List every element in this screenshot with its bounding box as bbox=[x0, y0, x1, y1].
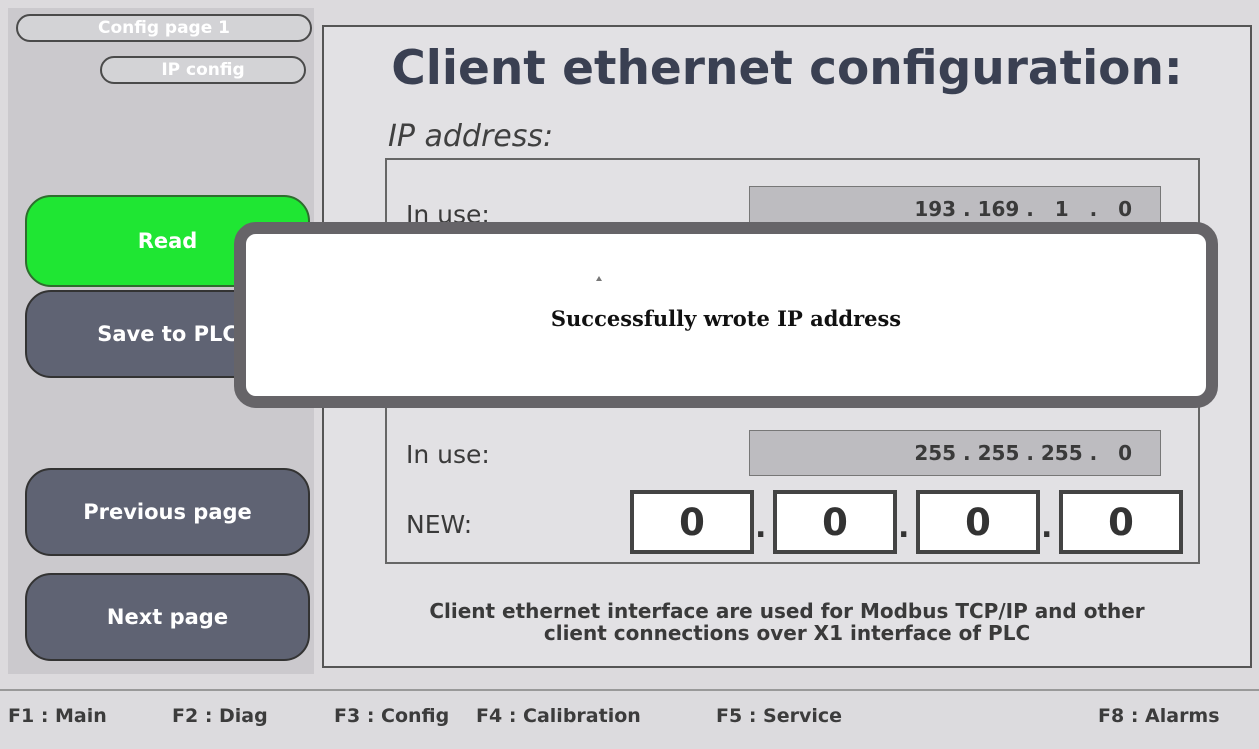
previous-button-label: Previous page bbox=[83, 500, 252, 524]
f5-service-key[interactable]: F5 : Service bbox=[716, 705, 842, 727]
octet-separator: . bbox=[898, 510, 910, 545]
mouse-cursor-icon bbox=[596, 276, 602, 281]
subnet-in-use-label: In use: bbox=[406, 440, 490, 469]
save-button-label: Save to PLC bbox=[97, 322, 238, 346]
next-page-button[interactable]: Next page bbox=[25, 573, 310, 661]
subnet-in-use-value: 255 . 255 . 255 . 0 bbox=[749, 430, 1161, 476]
new-octet-4[interactable]: 0 bbox=[1059, 490, 1183, 554]
f3-config-key[interactable]: F3 : Config bbox=[334, 705, 449, 727]
f1-main-key[interactable]: F1 : Main bbox=[8, 705, 107, 727]
f2-diag-key[interactable]: F2 : Diag bbox=[172, 705, 268, 727]
octet-separator: . bbox=[1041, 510, 1053, 545]
interface-note: Client ethernet interface are used for M… bbox=[324, 600, 1250, 644]
new-octet-2[interactable]: 0 bbox=[773, 490, 897, 554]
note-line-2: client connections over X1 interface of … bbox=[543, 621, 1031, 645]
octet-separator: . bbox=[755, 510, 767, 545]
ip-config-indicator: IP config bbox=[100, 56, 306, 84]
config-page-indicator: Config page 1 bbox=[16, 14, 312, 42]
previous-page-button[interactable]: Previous page bbox=[25, 468, 310, 556]
read-button-label: Read bbox=[137, 229, 198, 253]
function-key-bar: F1 : Main F2 : Diag F3 : Config F4 : Cal… bbox=[0, 689, 1259, 749]
hmi-screen: Config page 1 IP config Read Save to PLC… bbox=[0, 0, 1259, 749]
new-octet-1[interactable]: 0 bbox=[630, 490, 754, 554]
new-octet-3[interactable]: 0 bbox=[916, 490, 1040, 554]
page-title: Client ethernet configuration: bbox=[391, 41, 1183, 96]
note-line-1: Client ethernet interface are used for M… bbox=[429, 599, 1145, 623]
new-label: NEW: bbox=[406, 510, 473, 539]
next-button-label: Next page bbox=[106, 605, 229, 629]
ip-address-heading: IP address: bbox=[388, 119, 554, 154]
success-dialog[interactable]: Successfully wrote IP address bbox=[234, 222, 1218, 408]
f4-calibration-key[interactable]: F4 : Calibration bbox=[476, 705, 641, 727]
f8-alarms-key[interactable]: F8 : Alarms bbox=[1098, 705, 1220, 727]
success-message: Successfully wrote IP address bbox=[550, 306, 902, 331]
